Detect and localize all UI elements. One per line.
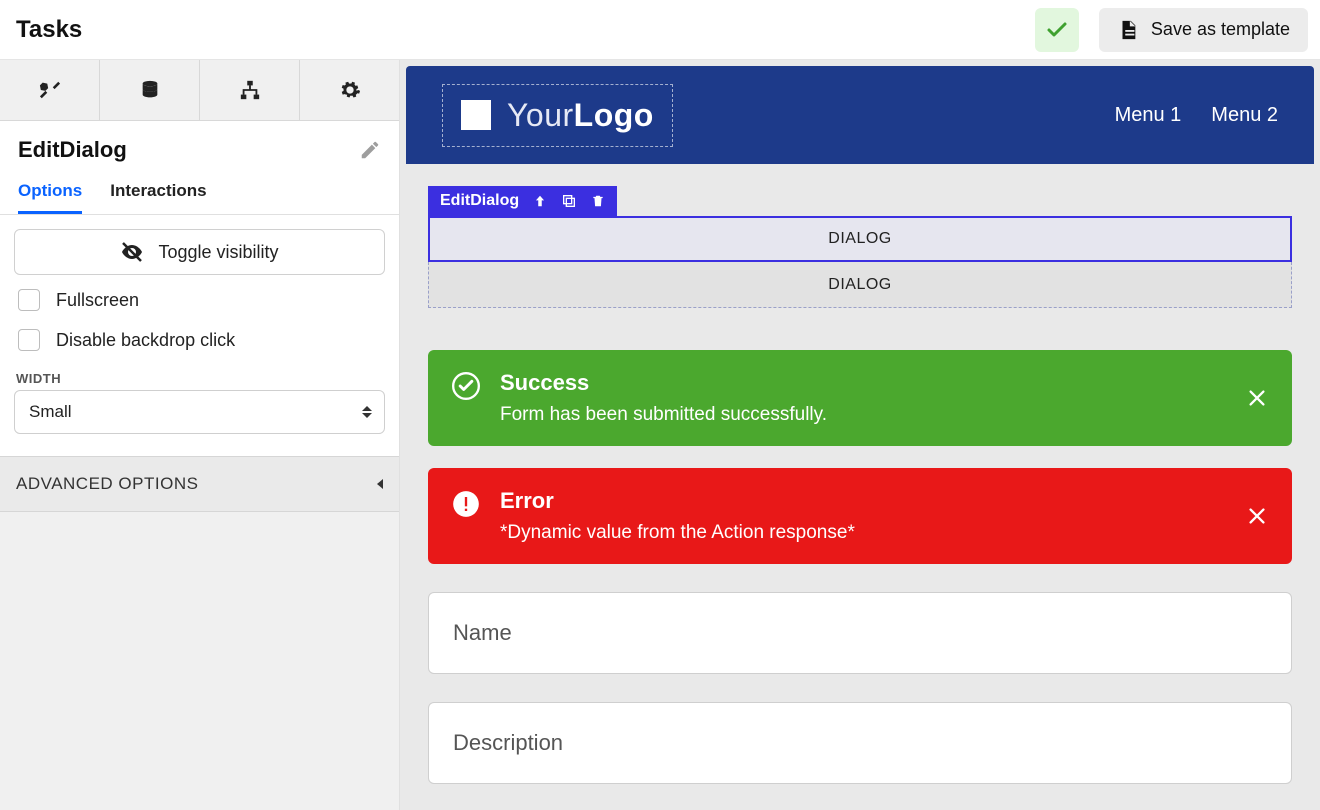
fullscreen-label: Fullscreen <box>56 290 139 311</box>
delete-button[interactable] <box>591 194 605 208</box>
close-icon <box>1246 505 1268 527</box>
database-icon <box>139 79 161 101</box>
error-alert-close[interactable] <box>1246 505 1268 527</box>
pencil-icon <box>359 139 381 161</box>
logo-placeholder[interactable]: YourLogo <box>442 84 673 147</box>
width-select[interactable]: Small <box>14 390 385 434</box>
success-alert-message: Form has been submitted successfully. <box>500 404 1226 426</box>
gear-icon <box>339 79 361 101</box>
app-header-bar: Tasks Save as template <box>0 0 1320 60</box>
inspector-toolbar <box>0 60 399 121</box>
selected-component-name: EditDialog <box>18 137 127 163</box>
success-alert-close[interactable] <box>1246 387 1268 409</box>
dialog-slot[interactable]: DIALOG <box>428 262 1292 308</box>
dialog-slot-label: DIALOG <box>828 276 891 294</box>
copy-icon <box>561 193 577 209</box>
description-field[interactable]: Description <box>428 702 1292 784</box>
tab-interactions[interactable]: Interactions <box>110 181 206 214</box>
rename-button[interactable] <box>359 139 381 161</box>
preview-app-header: YourLogo Menu 1 Menu 2 <box>406 66 1314 164</box>
inspector-empty-area <box>0 512 399 810</box>
arrow-up-icon <box>533 194 547 208</box>
logo-text: YourLogo <box>507 97 654 134</box>
save-as-template-label: Save as template <box>1151 19 1290 40</box>
page-title: Tasks <box>16 16 82 44</box>
close-icon <box>1246 387 1268 409</box>
description-field-label: Description <box>453 730 563 756</box>
select-parent-button[interactable] <box>533 194 547 208</box>
toggle-visibility-label: Toggle visibility <box>158 242 278 263</box>
save-as-template-button[interactable]: Save as template <box>1099 8 1308 52</box>
duplicate-button[interactable] <box>561 193 577 209</box>
error-alert-title: Error <box>500 488 1226 514</box>
settings-tab[interactable] <box>300 60 399 120</box>
success-icon <box>452 372 480 400</box>
toggle-visibility-button[interactable]: Toggle visibility <box>14 229 385 275</box>
dialog-slot-selected[interactable]: DIALOG <box>428 216 1292 262</box>
selection-chip: EditDialog <box>428 186 617 216</box>
trash-icon <box>591 194 605 208</box>
width-section-label: WIDTH <box>14 365 385 390</box>
width-select-value: Small <box>29 402 72 422</box>
name-field-label: Name <box>453 620 512 646</box>
tools-tab[interactable] <box>0 60 100 120</box>
tree-tab[interactable] <box>200 60 300 120</box>
dialog-slot-label: DIALOG <box>828 230 891 248</box>
success-alert-title: Success <box>500 370 1226 396</box>
error-alert: Error *Dynamic value from the Action res… <box>428 468 1292 564</box>
inspector-panel: EditDialog Options Interactions Toggle v… <box>0 60 400 810</box>
advanced-options-label: ADVANCED OPTIONS <box>16 474 198 494</box>
logo-mark-icon <box>461 100 491 130</box>
caret-left-icon <box>377 479 383 489</box>
error-alert-message: *Dynamic value from the Action response* <box>500 522 1226 544</box>
header-actions: Save as template <box>1035 8 1308 52</box>
error-icon <box>452 490 480 518</box>
selection-chip-label: EditDialog <box>440 192 519 210</box>
check-icon <box>1045 18 1069 42</box>
preview-nav: Menu 1 Menu 2 <box>1115 104 1278 127</box>
select-caret-icon <box>362 406 372 418</box>
design-canvas: YourLogo Menu 1 Menu 2 EditDialog <box>400 60 1320 810</box>
file-icon <box>1117 19 1139 41</box>
inspector-tabs: Options Interactions <box>0 167 399 215</box>
sitemap-icon <box>239 79 261 101</box>
name-field[interactable]: Name <box>428 592 1292 674</box>
fullscreen-checkbox[interactable] <box>18 289 40 311</box>
disable-backdrop-label: Disable backdrop click <box>56 330 235 351</box>
data-tab[interactable] <box>100 60 200 120</box>
tab-options[interactable]: Options <box>18 181 82 214</box>
validate-button[interactable] <box>1035 8 1079 52</box>
eye-off-icon <box>120 240 144 264</box>
tools-icon <box>39 79 61 101</box>
disable-backdrop-checkbox[interactable] <box>18 329 40 351</box>
success-alert: Success Form has been submitted successf… <box>428 350 1292 446</box>
nav-menu-1[interactable]: Menu 1 <box>1115 104 1182 127</box>
nav-menu-2[interactable]: Menu 2 <box>1211 104 1278 127</box>
advanced-options-toggle[interactable]: ADVANCED OPTIONS <box>0 456 399 512</box>
